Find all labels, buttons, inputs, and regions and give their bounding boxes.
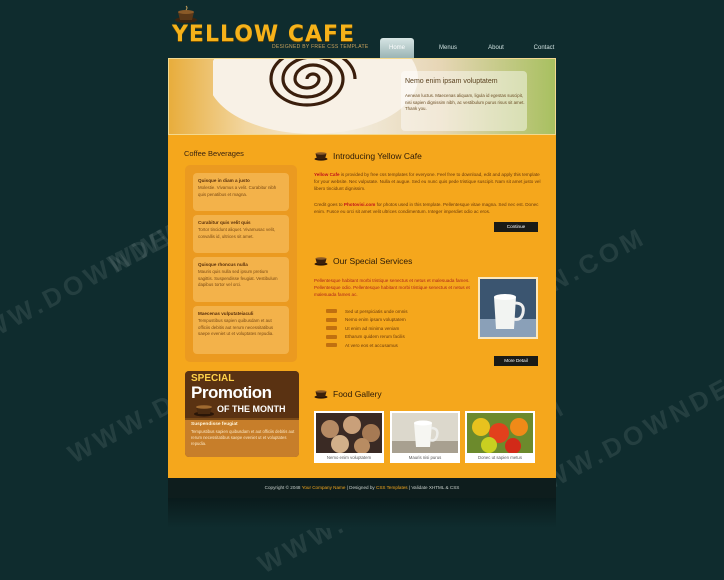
banner-text: Aenean luctus. Maecenas aliquam, ligula … <box>405 93 525 112</box>
sidebar-card: Maecenas vulputateiaculi Tempustibus sap… <box>193 306 289 354</box>
mug-image <box>392 413 458 453</box>
bullet-icon <box>326 317 337 322</box>
gallery-item[interactable]: Nemo enim voluptatem <box>314 411 384 463</box>
footer: Copyright © 2048 Your Company Name | Des… <box>168 478 556 498</box>
bullet-icon <box>326 334 337 339</box>
latte-art-image <box>213 59 418 134</box>
page-container: YELLOW CAFE DESIGNED BY FREE CSS TEMPLAT… <box>168 0 556 528</box>
promo-text: Tempustibus sapien quibusdam et aut offi… <box>191 429 295 446</box>
nav-contact[interactable]: Contact <box>520 38 568 58</box>
intro-title: Introducing Yellow Cafe <box>333 151 422 161</box>
footer-company-link[interactable]: Your Company Name <box>302 485 346 490</box>
sidebar-card: Quisque in diam a justo Molestie. Vivamu… <box>193 173 289 211</box>
coffee-cup-icon <box>314 152 328 161</box>
services-title: Our Special Services <box>333 256 413 266</box>
pastry-image <box>316 413 382 453</box>
sidebar-card-text: Tortor tincidunt aliquet. Vivamusac veli… <box>198 227 276 239</box>
sidebar-card: Curabitur quis velit quis Tortor tincidu… <box>193 215 289 253</box>
promo-heading: Promotion <box>191 383 272 402</box>
services-paragraph: Pellentesque habitant morbi tristique se… <box>314 278 470 298</box>
credit-pre: Credit goes to <box>314 202 344 207</box>
promo-month-label: OF THE MONTH <box>217 404 286 414</box>
gallery-heading: Food Gallery <box>314 389 382 399</box>
services-heading: Our Special Services <box>314 256 412 266</box>
promo-box[interactable]: SPECIAL Promotion OF THE MONTH Suspendis… <box>185 371 299 457</box>
intro-heading: Introducing Yellow Cafe <box>314 151 422 161</box>
intro-text: is provided by free css templates for ev… <box>314 172 541 192</box>
list-item: Etharum quidem rerum facilis <box>326 333 408 342</box>
sidebar-card-title[interactable]: Curabitur quis velit quis <box>198 220 251 225</box>
sidebar-card-title[interactable]: Quisque rhoncus nulla <box>198 262 248 267</box>
footer-shadow <box>168 498 556 528</box>
sidebar-card-title[interactable]: Quisque in diam a justo <box>198 178 250 183</box>
nav-menus[interactable]: Menus <box>424 38 472 58</box>
banner-title: Nemo enim ipsam voluptatem <box>405 78 498 85</box>
coffee-cup-icon <box>314 390 328 399</box>
white-mug-image <box>480 279 536 337</box>
header-banner: Nemo enim ipsam voluptatem Aenean luctus… <box>168 58 556 135</box>
credit-paragraph: Credit goes to Photovisi.com for photos … <box>314 201 542 215</box>
list-item: Sed ut perspiciatis unde omnis <box>326 307 408 316</box>
gallery-caption: Nemo enim voluptatem <box>326 455 372 460</box>
list-item: Nemo enim ipsam voluptatem <box>326 316 408 325</box>
bullet-icon <box>326 326 337 331</box>
gallery-item[interactable]: Donec ut sapien metus <box>465 411 535 463</box>
site-tagline: DESIGNED BY FREE CSS TEMPLATE <box>272 44 369 50</box>
services-list: Sed ut perspiciatis unde omnis Nemo enim… <box>326 307 408 350</box>
footer-copyright: Copyright © 2048 <box>264 485 302 490</box>
credit-link[interactable]: Photovisi.com <box>344 202 375 207</box>
bullet-icon <box>326 343 337 348</box>
sidebar-card-text: Molestie. Vivamus a velit. Curabitur nib… <box>198 185 277 197</box>
list-item: Ut enim ad minima veniam <box>326 324 408 333</box>
intro-paragraph: Yellow Cafe is provided by free css temp… <box>314 171 542 193</box>
coffee-cup-icon <box>314 257 328 266</box>
main-nav: Home Menus About Contact <box>380 38 568 58</box>
sidebar-card: Quisque rhoncus nulla Mauris quis nulla … <box>193 257 289 302</box>
gallery-caption: Donec ut sapien metus <box>478 455 522 460</box>
intro-lead: Yellow Cafe <box>314 172 340 177</box>
sidebar-card-text: Mauris quis nulla sed ipsum pretium sagi… <box>198 269 278 287</box>
continue-button[interactable]: Continue <box>494 222 538 232</box>
nav-home[interactable]: Home <box>380 38 414 58</box>
footer-designed-by: | Designed by <box>345 485 376 490</box>
fruit-image <box>467 413 533 453</box>
gallery-item[interactable]: Mauris nisi purus <box>390 411 460 463</box>
sidebar-panel: Quisque in diam a justo Molestie. Vivamu… <box>185 165 297 362</box>
more-detail-button[interactable]: More Detail <box>494 356 538 366</box>
main-content: Coffee Beverages Quisque in diam a justo… <box>168 135 556 478</box>
sidebar-card-text: Tempustibus sapien quibusdam et aut offi… <box>198 318 274 336</box>
footer-designer-link[interactable]: CSS Templates <box>376 485 408 490</box>
nav-about[interactable]: About <box>472 38 520 58</box>
promo-title: Suspendisse feugiat <box>191 422 238 427</box>
coffee-cup-icon <box>194 405 214 417</box>
bullet-icon <box>326 309 337 314</box>
sidebar-title: Coffee Beverages <box>184 149 244 158</box>
sidebar-card-title[interactable]: Maecenas vulputateiaculi <box>198 311 253 316</box>
footer-validate: | Validate XHTML & CSS <box>407 485 460 490</box>
list-item: At vero eos et accusamus <box>326 341 408 350</box>
gallery-title: Food Gallery <box>333 389 382 399</box>
cup-photo <box>478 277 538 339</box>
gallery-caption: Mauris nisi purus <box>408 455 442 460</box>
